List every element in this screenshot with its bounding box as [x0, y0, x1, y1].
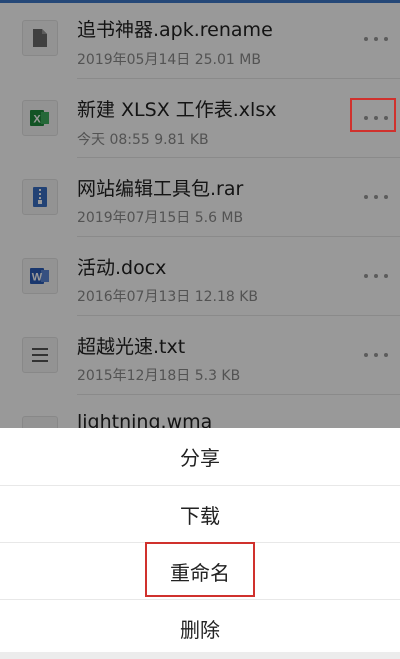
download-button[interactable]: 下载 [0, 486, 400, 543]
dim-overlay[interactable] [0, 0, 400, 428]
more-button-highlight [350, 98, 396, 132]
delete-button[interactable]: 删除 [0, 600, 400, 657]
rename-button-highlight [145, 542, 255, 597]
share-button[interactable]: 分享 [0, 428, 400, 485]
bottom-bar [0, 652, 400, 659]
